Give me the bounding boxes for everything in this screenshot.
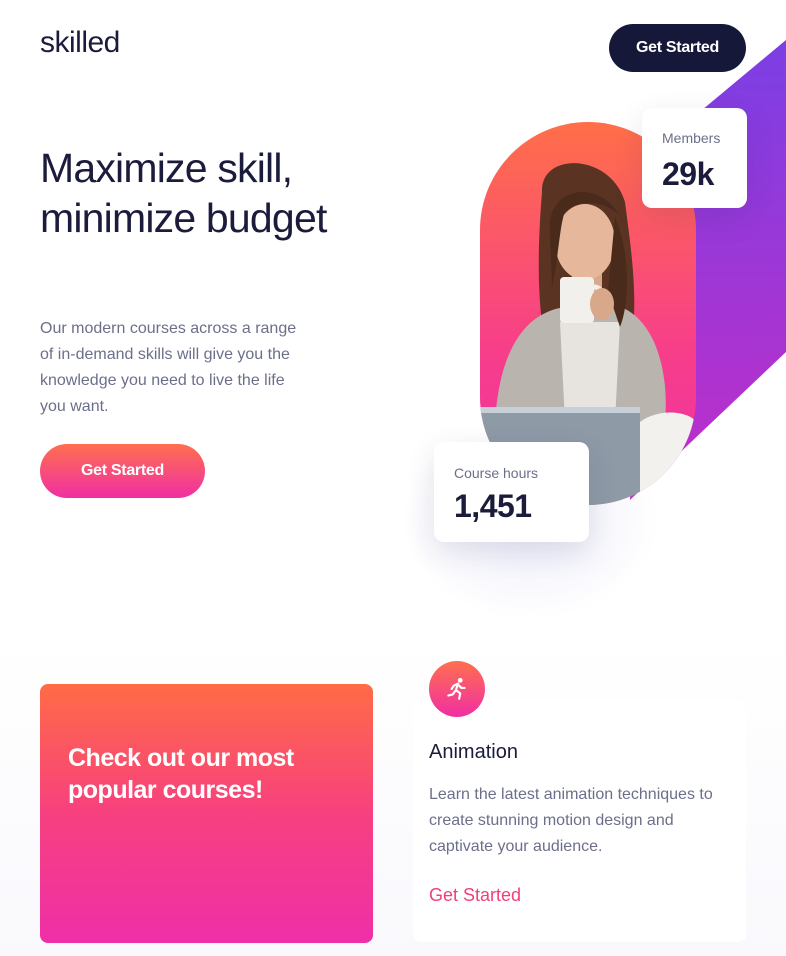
popular-courses-card: Check out our most popular courses! [40, 684, 373, 943]
logo[interactable]: skilled [40, 26, 120, 60]
course-description: Learn the latest animation techniques to… [429, 786, 713, 855]
course-hours-card: Course hours 1,451 [434, 442, 589, 542]
course-hours-value: 1,451 [454, 488, 532, 524]
course-title: Animation [429, 741, 518, 763]
members-card: Members 29k [642, 108, 747, 208]
course-get-started-link[interactable]: Get Started [429, 885, 521, 906]
members-label: Members [662, 130, 721, 146]
running-person-icon [429, 661, 485, 717]
hero-description: Our modern courses across a range of in-… [40, 320, 297, 415]
popular-courses-text: Check out our most popular courses! [68, 744, 294, 804]
hero-get-started-button[interactable]: Get Started [40, 444, 205, 498]
members-value: 29k [662, 156, 714, 192]
course-hours-label: Course hours [454, 465, 539, 481]
hero-title: Maximize skill, minimize budget [40, 145, 327, 241]
